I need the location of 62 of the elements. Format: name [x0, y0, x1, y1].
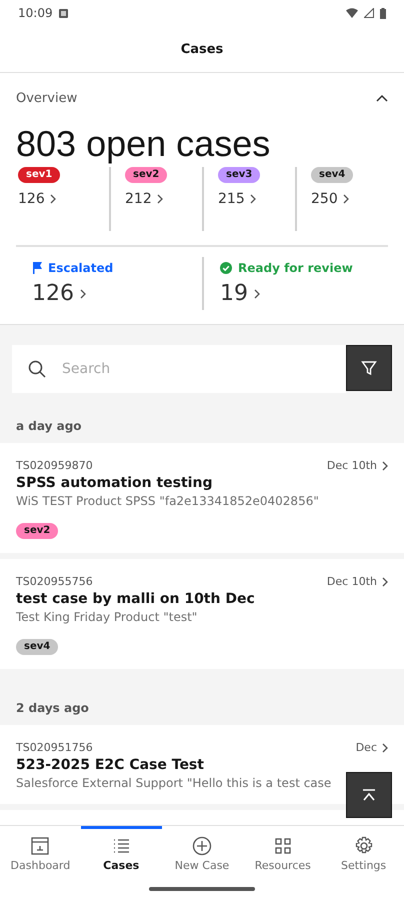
- nav-tab[interactable]: Settings: [323, 826, 404, 878]
- scroll-to-top-icon: [361, 788, 377, 802]
- calendar-icon: [30, 836, 50, 856]
- filter-button[interactable]: [346, 345, 392, 391]
- severity-count[interactable]: 250: [311, 191, 349, 207]
- case-description: Salesforce External Support "Hello this is a test case: [16, 776, 332, 790]
- case-title: test case by malli on 10th Dec: [16, 591, 256, 607]
- case-number: TS020951756: [16, 741, 93, 754]
- case-date: Dec: [356, 741, 388, 754]
- nav-tab[interactable]: Resources: [242, 826, 324, 878]
- filter-icon: [361, 360, 377, 376]
- search-field[interactable]: Search: [12, 345, 346, 393]
- grid-icon: [272, 836, 293, 856]
- case-description: Test King Friday Product "test": [16, 610, 198, 624]
- case-description: WiS TEST Product SPSS "fa2e13341852e0402856": [16, 494, 320, 508]
- section-title: Overview: [16, 90, 78, 106]
- nav-tab[interactable]: Dashboard: [0, 826, 81, 878]
- status-time: 10:09: [18, 6, 53, 20]
- chevron-icon: [50, 194, 56, 204]
- chevron-icon: [250, 194, 256, 204]
- case-date: Dec 10th: [326, 575, 388, 588]
- case-number: TS020959870: [16, 459, 93, 472]
- case-date: Dec 10th: [326, 459, 388, 472]
- stat-count[interactable]: 126: [32, 281, 188, 306]
- severity-tag: sev4: [311, 167, 354, 183]
- signal-icon: [364, 8, 374, 18]
- add-icon: [192, 836, 212, 856]
- search-icon: [28, 360, 46, 378]
- chevron-icon: [254, 288, 260, 298]
- notification-icon: [58, 8, 68, 18]
- chevron-icon: [382, 742, 388, 752]
- severity-tag: sev3: [218, 167, 260, 183]
- chevron-up-icon[interactable]: [376, 94, 388, 102]
- scroll-to-top-button[interactable]: [346, 772, 392, 818]
- severity-tag: sev4: [16, 639, 58, 655]
- chevron-icon: [342, 194, 349, 204]
- severity-count[interactable]: 126: [18, 191, 56, 207]
- severity-tag: sev2: [16, 523, 58, 539]
- severity-tag: sev1: [18, 167, 60, 183]
- severity-count[interactable]: 215: [218, 191, 256, 207]
- chevron-icon: [80, 288, 86, 298]
- stat-label: Ready for review: [238, 261, 353, 275]
- case-number: TS020955756: [16, 575, 93, 588]
- stat-count[interactable]: 19: [220, 281, 374, 306]
- checkmark-icon: [220, 262, 232, 274]
- settings-icon: [354, 836, 374, 856]
- flag-icon: [32, 262, 42, 274]
- case-title: 523-2025 E2C Case Test: [16, 757, 205, 773]
- screen-title: Cases: [180, 42, 224, 56]
- severity-count[interactable]: 212: [125, 191, 163, 207]
- open-cases-headline: 803 open cases: [16, 123, 272, 165]
- case-title: SPSS automation testing: [16, 475, 214, 491]
- battery-icon: [380, 8, 386, 18]
- severity-tag: sev2: [125, 167, 168, 183]
- chevron-icon: [382, 460, 388, 470]
- stat-label: Escalated: [48, 261, 114, 275]
- group-heading: 2 days ago: [0, 675, 404, 725]
- wifi-icon: [346, 8, 358, 18]
- chevron-icon: [156, 194, 163, 204]
- group-heading: a day ago: [0, 393, 404, 443]
- chevron-icon: [382, 576, 388, 586]
- nav-tab[interactable]: New Case: [162, 826, 242, 878]
